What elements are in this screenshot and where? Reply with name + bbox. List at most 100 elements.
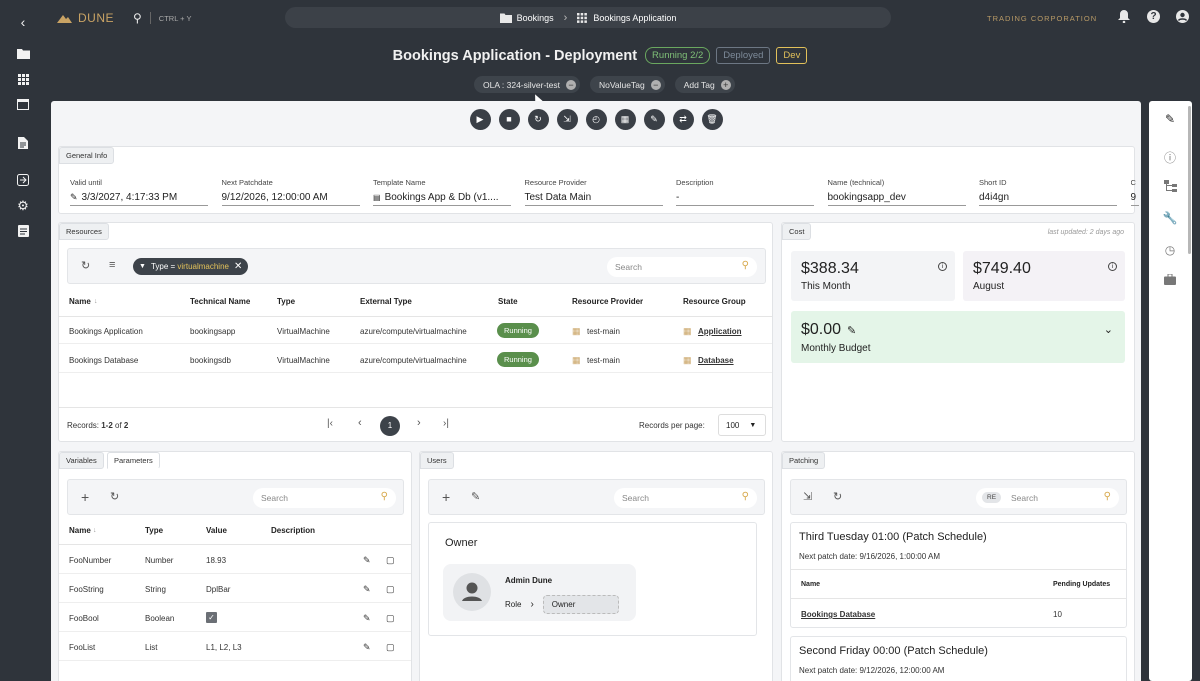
remove-tag-icon[interactable]: − <box>650 79 661 90</box>
grid-icon[interactable] <box>16 74 30 88</box>
notes-icon[interactable] <box>16 225 30 239</box>
help-icon[interactable]: ? <box>1147 10 1160 23</box>
calendar-button[interactable]: ▦ <box>614 108 636 130</box>
refresh-icon[interactable]: ↻ <box>81 259 90 272</box>
transfer-button[interactable]: ⇄ <box>672 108 694 130</box>
column-header[interactable]: Type <box>277 297 295 306</box>
info-icon[interactable]: i <box>938 262 947 271</box>
info-field-value: - <box>676 192 680 203</box>
gear-icon[interactable]: ⚙ <box>16 199 30 213</box>
add-schedule-icon[interactable]: ⇲ <box>803 490 812 503</box>
global-search[interactable]: ⚲ CTRL + Y <box>133 11 192 25</box>
patch-resource-link[interactable]: Bookings Database <box>801 610 875 619</box>
tab-users[interactable]: Users <box>420 452 454 469</box>
tab-cost[interactable]: Cost <box>782 223 812 240</box>
trash-icon[interactable]: ▢ <box>386 555 395 566</box>
tab-general-info[interactable]: General Info <box>59 147 115 164</box>
sort-icon[interactable]: ↓ <box>94 298 98 305</box>
info-icon[interactable]: i <box>1108 262 1117 271</box>
last-page-icon[interactable]: ›| <box>443 418 449 429</box>
bell-icon[interactable] <box>1118 10 1130 26</box>
pencil-icon[interactable]: ✎ <box>363 613 371 624</box>
column-header[interactable]: Resource Group <box>683 297 746 306</box>
next-page-icon[interactable]: › <box>417 417 421 429</box>
start-button[interactable]: ▶ <box>469 108 491 130</box>
trash-icon[interactable]: ▢ <box>386 642 395 653</box>
pencil-icon[interactable]: ✎ <box>363 584 371 595</box>
account-icon[interactable] <box>1176 10 1189 23</box>
tab-variables[interactable]: Variables <box>59 452 104 469</box>
tab-resources[interactable]: Resources <box>59 223 109 240</box>
scrollbar-thumb[interactable] <box>1188 106 1191 254</box>
briefcase-icon[interactable] <box>1162 273 1178 288</box>
sort-icon[interactable]: ↓ <box>93 527 97 534</box>
filter-icon[interactable]: ≡ <box>109 259 115 271</box>
export-button[interactable]: ⇲ <box>556 108 578 130</box>
trash-icon[interactable]: ▢ <box>386 584 395 595</box>
restart-button[interactable]: ↻ <box>527 108 549 130</box>
tag-chip[interactable]: NoValueTag − <box>590 76 665 93</box>
column-header[interactable]: Value <box>206 526 227 535</box>
resource-group-link[interactable]: Database <box>698 356 734 365</box>
column-header[interactable]: State <box>498 297 518 306</box>
column-header[interactable]: Name <box>69 297 91 306</box>
brand-logo[interactable]: DUNE <box>57 11 114 25</box>
first-page-icon[interactable]: |‹ <box>327 418 333 429</box>
role-select[interactable]: Owner <box>542 595 619 614</box>
remove-tag-icon[interactable]: − <box>566 79 577 90</box>
info-icon[interactable]: ⓘ <box>1162 149 1178 166</box>
user-card[interactable]: Admin Dune Role › Owner <box>443 564 636 621</box>
column-header[interactable]: Technical Name <box>190 297 250 306</box>
close-icon[interactable]: ✕ <box>234 261 242 272</box>
column-header[interactable]: Description <box>271 526 315 535</box>
checkbox-checked-icon[interactable]: ✓ <box>206 612 217 623</box>
users-search-input[interactable]: Search ⚲ <box>614 488 757 508</box>
clock-icon[interactable]: ◷ <box>1162 243 1178 257</box>
resource-group-link[interactable]: Application <box>698 327 742 336</box>
pencil-icon[interactable]: ✎ <box>363 642 371 653</box>
stop-button[interactable]: ■ <box>498 108 520 130</box>
wrench-icon[interactable]: 🔧 <box>1162 211 1178 225</box>
previous-page-icon[interactable]: ‹ <box>358 417 362 429</box>
document-icon[interactable] <box>16 137 30 151</box>
refresh-icon[interactable]: ↻ <box>833 490 842 503</box>
tag-chip[interactable]: OLA : 324-silver-test − <box>474 76 581 93</box>
trash-icon[interactable]: ▢ <box>386 613 395 624</box>
pencil-icon[interactable]: ✎ <box>471 490 480 503</box>
hierarchy-icon[interactable] <box>1162 180 1178 195</box>
breadcrumb-item-bookings-application[interactable]: Bookings Application <box>593 13 676 23</box>
window-icon[interactable] <box>16 99 30 113</box>
filter-chip[interactable]: ▼ Type = virtualmachine ✕ <box>133 258 249 275</box>
next-patch-date: Next patch date: 9/16/2026, 1:00:00 AM <box>799 552 940 561</box>
monthly-budget-card[interactable]: $0.00 ✎ Monthly Budget ⌄ <box>791 311 1125 363</box>
back-chevron-icon[interactable]: ‹ <box>16 15 30 29</box>
variables-search-input[interactable]: Search ⚲ <box>253 488 396 508</box>
delete-button[interactable]: 🗑 <box>701 108 723 130</box>
breadcrumb-item-bookings[interactable]: Bookings <box>517 13 554 23</box>
plus-icon[interactable]: + <box>81 489 89 505</box>
add-tag-button[interactable]: Add Tag + <box>674 76 735 93</box>
tag-list: OLA : 324-silver-test − NoValueTag − Add T… <box>474 76 735 93</box>
pencil-icon[interactable]: ✎ <box>70 192 78 202</box>
column-header[interactable]: External Type <box>360 297 412 306</box>
resources-search-input[interactable]: Search ⚲ <box>607 257 757 277</box>
tab-patching[interactable]: Patching <box>782 452 826 469</box>
chevron-down-icon[interactable]: ⌄ <box>1104 323 1113 336</box>
tab-parameters[interactable]: Parameters <box>107 452 160 469</box>
column-header[interactable]: Type <box>145 526 163 535</box>
plus-icon[interactable]: + <box>442 489 450 505</box>
pencil-icon[interactable]: ✎ <box>1162 112 1178 126</box>
pencil-icon[interactable]: ✎ <box>363 555 371 566</box>
pencil-icon[interactable]: ✎ <box>847 324 856 337</box>
column-header[interactable]: Resource Provider <box>572 297 643 306</box>
deployment-icon[interactable] <box>16 174 30 188</box>
filter-chip[interactable]: RE <box>982 492 1002 503</box>
refresh-icon[interactable]: ↻ <box>110 490 119 503</box>
patching-search-input[interactable]: RE Search ⚲ <box>976 488 1119 508</box>
records-per-page-select[interactable]: 100 ▼ <box>718 414 766 436</box>
column-header[interactable]: Name <box>69 526 91 535</box>
page-button[interactable]: 1 <box>380 416 400 436</box>
schedule-button[interactable]: ◴ <box>585 108 607 130</box>
organization-name[interactable]: TRADING CORPORATION <box>987 14 1097 23</box>
edit-button[interactable]: ✎ <box>643 108 665 130</box>
